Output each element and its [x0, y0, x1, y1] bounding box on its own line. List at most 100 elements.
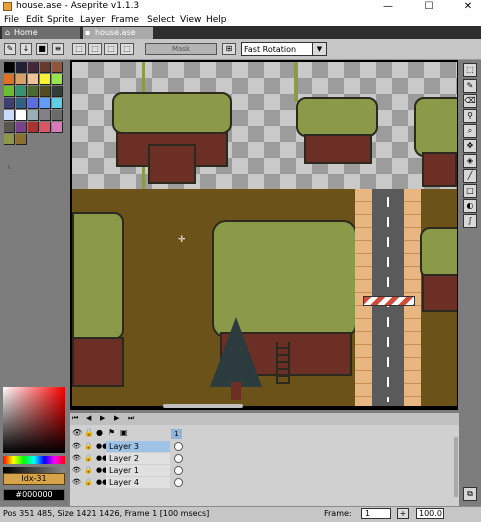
- move-icon[interactable]: ✥: [463, 139, 477, 153]
- palette-swatch[interactable]: [16, 62, 27, 73]
- eye-icon[interactable]: 👁: [72, 442, 81, 450]
- cel-icon[interactable]: [174, 478, 183, 487]
- palette-swatch[interactable]: [16, 74, 27, 85]
- mask-button[interactable]: Mask: [145, 43, 217, 55]
- chevron-down-icon[interactable]: ▼: [312, 43, 326, 55]
- lock-header-icon[interactable]: 🔒: [84, 428, 94, 437]
- layer-header-icon[interactable]: ▣: [120, 428, 128, 437]
- pencil-tool-icon[interactable]: ✎: [4, 43, 16, 55]
- menu-file[interactable]: File: [4, 14, 19, 26]
- layer-row[interactable]: 👁 🔒 ●● Layer 3: [70, 441, 459, 453]
- palette-swatch[interactable]: [16, 134, 27, 145]
- menu-edit[interactable]: Edit: [26, 14, 43, 26]
- frame-field[interactable]: 1: [361, 508, 391, 519]
- cel-icon[interactable]: [174, 454, 183, 463]
- foreground-color-index[interactable]: Idx-31: [3, 473, 65, 485]
- line-icon[interactable]: ╱: [463, 169, 477, 183]
- lock-icon[interactable]: 🔒: [84, 466, 93, 474]
- sprite-canvas[interactable]: ✛: [72, 62, 457, 406]
- menu-layer[interactable]: Layer: [80, 14, 105, 26]
- palette-swatch[interactable]: [28, 74, 39, 85]
- menu-frame[interactable]: Frame: [111, 14, 139, 26]
- pivot-icon[interactable]: ⊞: [222, 43, 236, 55]
- contour-icon[interactable]: ∫: [463, 214, 477, 228]
- blur-icon[interactable]: ◐: [463, 199, 477, 213]
- zoom-field[interactable]: 100.0: [416, 508, 444, 519]
- lock-icon[interactable]: 🔒: [84, 478, 93, 486]
- selection-subtract-icon[interactable]: ⬚: [104, 43, 118, 55]
- play-icon[interactable]: ▶: [100, 414, 105, 422]
- stop-icon[interactable]: ■: [36, 43, 48, 55]
- palette-swatch[interactable]: [40, 98, 51, 109]
- background-color-hex[interactable]: #000000: [3, 489, 65, 501]
- eyedropper-icon[interactable]: ⚲: [463, 109, 477, 123]
- rotation-algorithm-select[interactable]: Fast Rotation ▼: [241, 42, 327, 56]
- rectangular-marquee-icon[interactable]: ⬚: [463, 63, 477, 77]
- selection-add-icon[interactable]: ⬚: [88, 43, 102, 55]
- palette-swatch[interactable]: [16, 86, 27, 97]
- list-icon[interactable]: ≡: [52, 43, 64, 55]
- minimize-button[interactable]: —: [375, 0, 401, 14]
- eye-icon[interactable]: 👁: [72, 454, 81, 462]
- palette-swatch[interactable]: [52, 110, 63, 121]
- cel-icon[interactable]: [174, 442, 183, 451]
- palette-swatch[interactable]: [16, 110, 27, 121]
- eraser-icon[interactable]: ⌫: [463, 94, 477, 108]
- timeline-vertical-scrollbar[interactable]: [454, 437, 458, 497]
- palette-swatch[interactable]: [4, 110, 15, 121]
- visibility-header-icon[interactable]: 👁: [72, 428, 82, 437]
- palette-swatch[interactable]: [52, 62, 63, 73]
- eye-icon[interactable]: 👁: [72, 478, 81, 486]
- menu-sprite[interactable]: Sprite: [47, 14, 74, 26]
- palette-swatch[interactable]: [40, 62, 51, 73]
- maximize-button[interactable]: ☐: [416, 0, 442, 14]
- layer-row[interactable]: 👁 🔒 ●● Layer 2: [70, 453, 459, 465]
- paint-bucket-icon[interactable]: ◈: [463, 154, 477, 168]
- first-frame-icon[interactable]: ⏮: [72, 414, 78, 423]
- previous-frame-icon[interactable]: ◀: [86, 414, 91, 422]
- palette-swatch[interactable]: [4, 98, 15, 109]
- frame-header[interactable]: 1: [171, 429, 182, 439]
- layer-name[interactable]: Layer 1: [106, 465, 170, 476]
- palette-swatch[interactable]: [28, 122, 39, 133]
- timeline-toggle-icon[interactable]: ⧉: [463, 487, 477, 501]
- selection-replace-icon[interactable]: ⬚: [72, 43, 86, 55]
- add-frame-button[interactable]: +: [397, 508, 409, 519]
- link-header-icon[interactable]: ●: [96, 428, 103, 437]
- palette-swatch[interactable]: [4, 122, 15, 133]
- palette-swatch[interactable]: [40, 74, 51, 85]
- palette-swatch[interactable]: [52, 122, 63, 133]
- palette-swatch[interactable]: [4, 62, 15, 73]
- lock-icon[interactable]: 🔒: [84, 442, 93, 450]
- tab-house-ase[interactable]: ▪ house.ase: [83, 27, 153, 39]
- close-button[interactable]: ✕: [455, 0, 481, 14]
- palette-swatch[interactable]: [52, 86, 63, 97]
- onion-skin-icon[interactable]: ⚑: [108, 428, 115, 437]
- selection-intersect-icon[interactable]: ⬚: [120, 43, 134, 55]
- menu-view[interactable]: View: [180, 14, 201, 26]
- layer-name[interactable]: Layer 3: [106, 441, 170, 452]
- palette-resize-grip[interactable]: ⁞: [8, 164, 10, 171]
- palette-swatch[interactable]: [52, 74, 63, 85]
- menu-help[interactable]: Help: [206, 14, 227, 26]
- palette-swatch[interactable]: [40, 122, 51, 133]
- palette-swatch[interactable]: [40, 110, 51, 121]
- palette-swatch[interactable]: [4, 86, 15, 97]
- zoom-icon[interactable]: ⌕: [463, 124, 477, 138]
- eye-icon[interactable]: 👁: [72, 466, 81, 474]
- palette-swatch[interactable]: [28, 110, 39, 121]
- layer-row[interactable]: 👁 🔒 ●● Layer 4: [70, 477, 459, 489]
- palette-swatch[interactable]: [52, 98, 63, 109]
- palette-swatch[interactable]: [28, 86, 39, 97]
- palette-swatch[interactable]: [4, 74, 15, 85]
- cel-icon[interactable]: [174, 466, 183, 475]
- color-picker-box[interactable]: [3, 387, 65, 453]
- palette-swatch[interactable]: [28, 98, 39, 109]
- palette-swatch[interactable]: [16, 98, 27, 109]
- palette-swatch[interactable]: [28, 62, 39, 73]
- canvas-horizontal-scrollbar[interactable]: [163, 404, 243, 408]
- lock-icon[interactable]: 🔒: [84, 454, 93, 462]
- rectangle-icon[interactable]: □: [463, 184, 477, 198]
- palette-swatch[interactable]: [16, 122, 27, 133]
- hue-slider[interactable]: [3, 456, 65, 464]
